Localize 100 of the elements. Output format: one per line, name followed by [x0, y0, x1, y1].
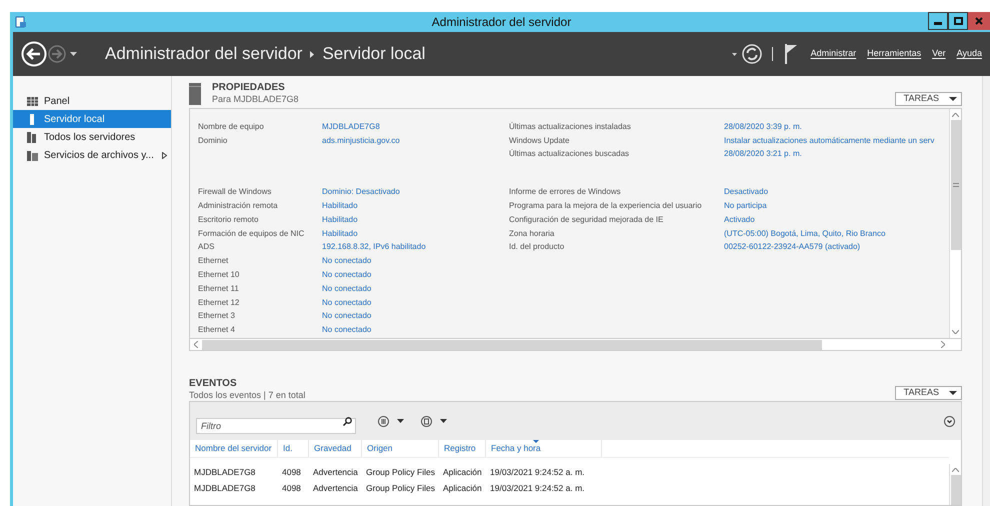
sidebar-item[interactable]: Servidor local	[13, 110, 171, 128]
menu-item[interactable]: Ver	[932, 47, 946, 61]
expand-arrow-icon[interactable]	[162, 152, 167, 158]
property-value[interactable]: No conectado	[322, 324, 372, 336]
table-cell-text: 4098	[281, 482, 302, 496]
property-label: Ethernet 10	[198, 269, 240, 282]
property-value[interactable]: Habilitado	[322, 200, 358, 212]
property-value[interactable]: No conectado	[322, 282, 372, 295]
property-value[interactable]: No conectado	[322, 255, 372, 268]
column-header[interactable]: Nombre del servidor	[190, 440, 278, 457]
sidebar-label: Todos los servidores	[44, 130, 136, 144]
column-header[interactable]: Origen	[362, 440, 439, 457]
property-label: Zona horaria	[509, 228, 556, 240]
sidebar-item[interactable]: Panel	[13, 92, 171, 110]
property-label: Ethernet 3	[198, 310, 236, 322]
property-label: Nombre de equipo	[198, 120, 265, 133]
column-header[interactable]: Registro	[439, 440, 486, 457]
property-label: Dominio	[198, 134, 228, 147]
section-subtitle: Todos los eventos | 7 en total	[189, 390, 306, 401]
scroll-down-icon[interactable]	[952, 330, 959, 334]
property-value[interactable]: No conectado	[322, 296, 372, 309]
table-cell-text: Advertencia	[312, 466, 359, 479]
caret-icon	[949, 97, 957, 101]
caret-icon	[949, 391, 957, 395]
caret-icon[interactable]	[70, 52, 77, 56]
app-icon	[15, 16, 27, 28]
breadcrumb-item[interactable]: Administrador del servidor	[105, 41, 302, 67]
property-value[interactable]: Instalar actualizaciones automáticamente mediante un serv	[724, 134, 934, 147]
vertical-scrollbar[interactable]	[949, 464, 961, 505]
server-icon	[27, 150, 38, 160]
table-cell-text: Group Policy Files	[365, 466, 436, 479]
scroll-thumb[interactable]	[950, 475, 960, 505]
sidebar-item[interactable]: Servicios de archivos y...	[13, 146, 171, 164]
scroll-up-icon[interactable]	[952, 468, 959, 472]
close-icon	[975, 17, 983, 25]
server-icon	[27, 132, 38, 142]
property-label: Id. del producto	[509, 241, 566, 254]
sidebar-label: Panel	[44, 94, 70, 108]
vertical-scrollbar[interactable]	[982, 76, 990, 506]
property-label: Informe de errores de Windows	[509, 186, 622, 198]
menu-item[interactable]: Herramientas	[867, 47, 922, 61]
table-cell-text: Advertencia	[312, 482, 359, 496]
minimize-button[interactable]	[928, 12, 948, 30]
sidebar-item[interactable]: Todos los servidores	[13, 128, 171, 146]
property-value[interactable]: MJDBLADE7G8	[322, 120, 380, 133]
table-cell-text: 4098	[281, 466, 302, 479]
horizontal-scrollbar[interactable]	[190, 338, 961, 350]
refresh-icon[interactable]	[742, 44, 762, 64]
breadcrumb-separator-icon	[310, 50, 314, 58]
column-header[interactable]: Gravedad	[309, 440, 362, 457]
property-label: Ethernet 11	[198, 282, 240, 295]
property-value[interactable]: Activado	[724, 214, 755, 226]
property-value[interactable]: No conectado	[322, 269, 372, 282]
property-value[interactable]: Habilitado	[322, 228, 358, 240]
caret-icon[interactable]	[732, 52, 737, 56]
close-button[interactable]	[968, 12, 990, 30]
property-value[interactable]: No participa	[724, 200, 767, 212]
flag-icon[interactable]	[784, 44, 797, 64]
maximize-button[interactable]	[948, 12, 968, 30]
tasks-dropdown[interactable]: TAREAS	[894, 386, 962, 400]
section-title: EVENTOS	[189, 378, 238, 390]
column-header[interactable]: Fecha y hora	[486, 440, 602, 457]
property-value[interactable]: 28/08/2020 3:39 p. m.	[724, 120, 802, 133]
scroll-thumb[interactable]	[202, 340, 822, 350]
property-value[interactable]: (UTC-05:00) Bogotá, Lima, Quito, Rio Branco	[724, 228, 886, 240]
property-label: Escritorio remoto	[198, 214, 260, 226]
scroll-thumb[interactable]	[950, 120, 960, 250]
property-label: ADS	[198, 241, 216, 254]
scroll-up-icon[interactable]	[952, 113, 959, 117]
table-cell-text: 19/03/2021 9:24:52 a. m.	[489, 482, 586, 496]
tasks-dropdown[interactable]: TAREAS	[894, 92, 962, 106]
sidebar-label: Servidor local	[44, 112, 105, 126]
property-value[interactable]: Desactivado	[724, 186, 768, 198]
table-cell-text: MJDBLADE7G8	[193, 482, 256, 496]
property-value[interactable]: 28/08/2020 3:21 p. m.	[724, 148, 802, 160]
filter-field[interactable]: Filtro	[196, 418, 356, 434]
property-label: Ethernet 12	[198, 296, 240, 309]
property-label: Últimas actualizaciones instaladas	[509, 120, 632, 133]
grid-icon	[27, 96, 38, 106]
property-value[interactable]: Habilitado	[322, 214, 358, 226]
menu-item[interactable]: Administrar	[810, 47, 856, 61]
scroll-right-icon[interactable]	[941, 341, 945, 348]
vertical-scrollbar[interactable]	[949, 109, 961, 338]
window-title: Administrador del servidor	[432, 14, 572, 31]
sidebar-label: Servicios de archivos y...	[44, 148, 154, 162]
property-label: Últimas actualizaciones buscadas	[509, 148, 630, 160]
property-value[interactable]: No conectado	[322, 310, 372, 322]
list-options-icon[interactable]	[378, 416, 404, 426]
property-value[interactable]: 00252-60122-23924-AA579 (activado)	[724, 241, 860, 254]
menu-item[interactable]: Ayuda	[956, 47, 982, 61]
expand-icon[interactable]	[944, 416, 955, 426]
table-cell-text: Aplicación	[442, 466, 483, 479]
column-header[interactable]: Id.	[278, 440, 309, 457]
scroll-left-icon[interactable]	[194, 341, 198, 348]
property-label: Configuración de seguridad mejorada de IE	[509, 214, 664, 226]
property-value[interactable]: Dominio: Desactivado	[322, 186, 400, 198]
property-value[interactable]: 192.168.8.32, IPv6 habilitado	[322, 241, 426, 254]
property-value[interactable]: ads.minjusticia.gov.co	[322, 134, 400, 147]
property-label: Administración remota	[198, 200, 279, 212]
save-options-icon[interactable]	[421, 416, 447, 426]
